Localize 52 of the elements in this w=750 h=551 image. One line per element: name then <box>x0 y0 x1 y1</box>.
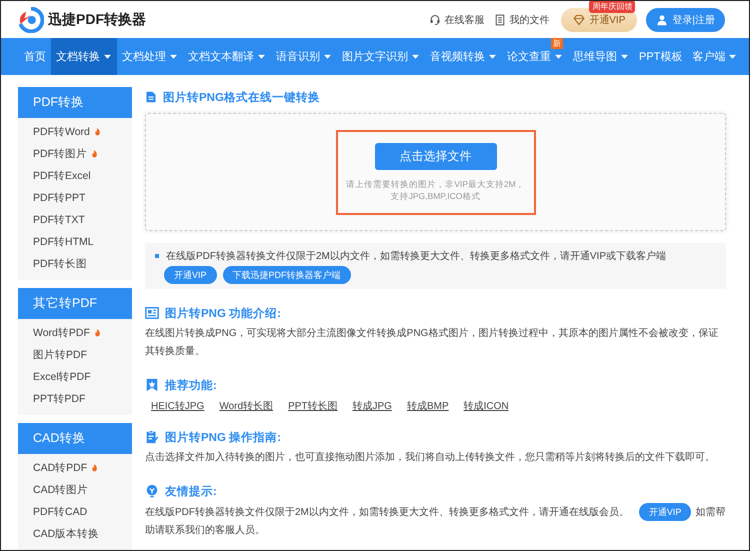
section-text: 在线版PDF转换器转换文件仅限于2M以内文件，如需转换更大文件、转换更多格式文件，请开通在线版会员。 开通VIP 如需帮助请联系我们的客服人员。 <box>145 503 726 540</box>
bullet-icon <box>155 254 159 258</box>
sidebar-item[interactable]: PDF转HTML <box>18 231 132 253</box>
sidebar-item[interactable]: PDF转Excel <box>18 165 132 187</box>
feature-link[interactable]: 转成BMP <box>406 399 449 413</box>
section-title: 图片转PNG 功能介绍: <box>165 306 281 320</box>
sidebar-heading: CAD转换 <box>18 423 132 454</box>
sidebar-item[interactable]: PDF转长图 <box>18 253 132 275</box>
bookmark-star-icon <box>145 378 159 392</box>
sidebar-item[interactable]: PDF转CAD <box>18 501 132 523</box>
new-badge: 新 <box>551 38 563 49</box>
sidebar-item[interactable]: CAD转图片 <box>18 479 132 501</box>
brand-name: 迅捷PDF转换器 <box>48 10 146 28</box>
sidebar-heading: 其它转PDF <box>18 288 132 319</box>
sidebar-item[interactable]: PPT转PDF <box>18 388 132 410</box>
feature-link[interactable]: HEIC转JPG <box>151 399 204 413</box>
section-title: 图片转PNG格式在线一键转换 <box>163 90 320 104</box>
feature-link[interactable]: PPT转长图 <box>288 399 338 413</box>
section-title: 推荐功能: <box>165 378 217 392</box>
clipboard-icon <box>145 430 159 444</box>
sidebar-item[interactable]: PDF转TXT <box>18 209 132 231</box>
user-icon <box>656 14 668 26</box>
sidebar-heading: PDF转换 <box>18 87 132 118</box>
promo-badge: 周年庆回馈 <box>589 1 636 12</box>
logo-icon <box>18 6 44 32</box>
upload-hint: 支持JPG,BMP,ICO格式 <box>390 190 480 202</box>
sidebar-item[interactable]: PDF转PPT <box>18 187 132 209</box>
feature-link[interactable]: Word转长图 <box>219 399 274 413</box>
sidebar-item[interactable]: 图片转PDF <box>18 344 132 366</box>
section-title: 图片转PNG 操作指南: <box>165 430 281 444</box>
nav-item[interactable]: 文档转换 <box>51 38 117 75</box>
headset-icon <box>429 14 442 26</box>
section-text: 在线图片转换成PNG，可实现将大部分主流图像文件转换成PNG格式图片，图片转换过程中，其原本的图片属性不会被改变，保证其转换质量。 <box>145 326 720 359</box>
feature-link[interactable]: 转成JPG <box>352 399 392 413</box>
sidebar-item[interactable]: CAD转PDF <box>18 457 132 479</box>
header-link[interactable]: 我的文件 <box>494 12 550 26</box>
sidebar-item[interactable]: PDF转图片 <box>18 143 132 165</box>
feature-link[interactable]: 转成ICON <box>464 399 509 413</box>
lightbulb-icon <box>145 484 159 498</box>
header-link[interactable]: 在线客服 <box>429 12 484 26</box>
document-icon <box>494 14 506 26</box>
section-title: 友情提示: <box>165 484 217 498</box>
newspaper-icon <box>145 306 159 320</box>
upload-hint: 请上传需要转换的图片，非VIP最大支持2M， <box>346 178 525 190</box>
notice-text: 在线版PDF转换器转换文件仅限于2M以内文件，如需转换更大文件、转换更多格式文件，请开通VIP或下载客户端 <box>166 250 666 263</box>
diamond-icon <box>573 14 586 26</box>
sidebar-item[interactable]: PDF转Word <box>18 121 132 143</box>
sidebar-item[interactable]: Word转PDF <box>18 322 132 344</box>
sidebar-item[interactable]: CAD版本转换 <box>18 523 132 545</box>
sidebar-item[interactable]: Excel转PDF <box>18 366 132 388</box>
document-icon <box>145 91 157 103</box>
section-text: 点击选择文件加入待转换的图片，也可直接拖动图片添加，我们将自动上传转换文件，您只需稍等片刻将转换后的文件下载即可。 <box>145 450 716 465</box>
